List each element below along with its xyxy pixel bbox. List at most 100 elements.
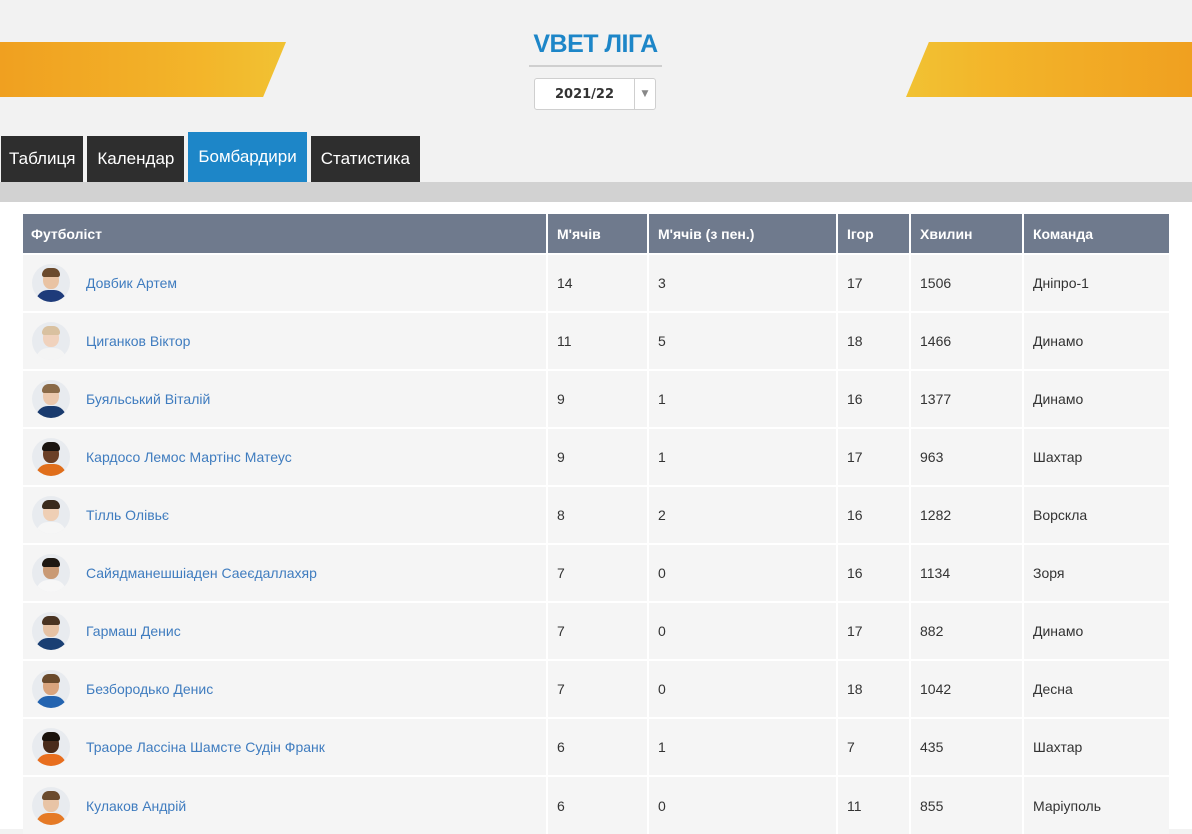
minutes-cell: 1282 [910, 485, 1024, 544]
scorers-panel: Футболіст М'ячів М'ячів (з пен.) Ігор Хв… [0, 202, 1192, 834]
column-header-team[interactable]: Команда [1023, 214, 1169, 254]
goals-cell: 9 [547, 369, 649, 428]
goals-cell: 11 [547, 311, 649, 370]
player-cell: Кулаков Андрій [23, 775, 548, 834]
player-name-link[interactable]: Циганков Віктор [86, 333, 190, 349]
tab-statistics[interactable]: Статистика [310, 136, 420, 182]
minutes-cell: 1134 [910, 543, 1024, 602]
goals-pen-cell: 0 [648, 775, 838, 834]
team-cell: Динамо [1023, 601, 1169, 660]
goals-cell: 7 [547, 543, 649, 602]
player-avatar[interactable] [32, 496, 70, 534]
minutes-cell: 435 [910, 717, 1024, 776]
tab-calendar[interactable]: Календар [87, 136, 185, 182]
team-cell: Шахтар [1023, 427, 1169, 486]
player-name-link[interactable]: Довбик Артем [86, 275, 177, 291]
table-header-row: Футболіст М'ячів М'ячів (з пен.) Ігор Хв… [23, 214, 1169, 254]
tab-scorers[interactable]: Бомбардири [188, 132, 307, 182]
column-header-games[interactable]: Ігор [837, 214, 911, 254]
table-row: Буяльський Віталій 9 1 16 1377 Динамо [23, 369, 1169, 428]
tab-table[interactable]: Таблиця [1, 136, 84, 182]
team-cell: Дніпро-1 [1023, 253, 1169, 312]
player-avatar[interactable] [32, 612, 70, 650]
team-cell: Ворскла [1023, 485, 1169, 544]
team-cell: Динамо [1023, 369, 1169, 428]
goals-pen-cell: 5 [648, 311, 838, 370]
player-name-link[interactable]: Кулаков Андрій [86, 798, 186, 814]
season-select[interactable]: 2021/22 ▼ [534, 78, 656, 110]
player-cell: Траоре Лассіна Шамсте Судін Франк [23, 717, 548, 776]
table-row: Траоре Лассіна Шамсте Судін Франк 6 1 7 435 Ш… [23, 717, 1169, 776]
column-header-goals-pen[interactable]: М'ячів (з пен.) [648, 214, 838, 254]
tab-bar: Таблиця Календар Бомбардири Статистика [0, 132, 424, 182]
player-name-link[interactable]: Траоре Лассіна Шамсте Судін Франк [86, 739, 325, 755]
goals-cell: 9 [547, 427, 649, 486]
player-cell: Буяльський Віталій [23, 369, 548, 428]
table-row: Гармаш Денис 7 0 17 882 Динамо [23, 601, 1169, 660]
table-row: Кулаков Андрій 6 0 11 855 Маріуполь [23, 775, 1169, 834]
tab-underline [0, 182, 1192, 202]
column-header-player[interactable]: Футболіст [23, 214, 548, 254]
player-cell: Безбородько Денис [23, 659, 548, 718]
league-title: VBET ЛІГА [529, 30, 662, 67]
games-cell: 11 [837, 775, 911, 834]
player-name-link[interactable]: Буяльський Віталій [86, 391, 210, 407]
player-avatar[interactable] [32, 786, 70, 825]
chevron-down-icon[interactable]: ▼ [634, 79, 655, 109]
goals-pen-cell: 0 [648, 543, 838, 602]
minutes-cell: 882 [910, 601, 1024, 660]
player-cell: Кардосо Лемос Мартінс Матеус [23, 427, 548, 486]
player-avatar[interactable] [32, 670, 70, 708]
scorers-table: Футболіст М'ячів М'ячів (з пен.) Ігор Хв… [23, 214, 1169, 834]
games-cell: 18 [837, 659, 911, 718]
header-band-left [0, 42, 286, 97]
goals-pen-cell: 2 [648, 485, 838, 544]
games-cell: 16 [837, 369, 911, 428]
player-avatar[interactable] [32, 322, 70, 360]
player-avatar[interactable] [32, 438, 70, 476]
minutes-cell: 1506 [910, 253, 1024, 312]
player-avatar[interactable] [32, 264, 70, 302]
goals-cell: 8 [547, 485, 649, 544]
minutes-cell: 1377 [910, 369, 1024, 428]
player-avatar[interactable] [32, 554, 70, 592]
games-cell: 17 [837, 601, 911, 660]
goals-pen-cell: 0 [648, 659, 838, 718]
games-cell: 17 [837, 427, 911, 486]
header-band-right [906, 42, 1192, 97]
games-cell: 16 [837, 543, 911, 602]
player-name-link[interactable]: Безбородько Денис [86, 681, 213, 697]
goals-cell: 6 [547, 775, 649, 834]
player-avatar[interactable] [32, 380, 70, 418]
games-cell: 7 [837, 717, 911, 776]
player-name-link[interactable]: Гармаш Денис [86, 623, 181, 639]
goals-pen-cell: 3 [648, 253, 838, 312]
player-name-link[interactable]: Кардосо Лемос Мартінс Матеус [86, 449, 292, 465]
player-name-link[interactable]: Сайядманешшіаден Саеєдаллахяр [86, 565, 317, 581]
minutes-cell: 1466 [910, 311, 1024, 370]
table-row: Довбик Артем 14 3 17 1506 Дніпро-1 [23, 253, 1169, 312]
player-avatar[interactable] [32, 728, 70, 766]
minutes-cell: 855 [910, 775, 1024, 834]
goals-cell: 14 [547, 253, 649, 312]
games-cell: 16 [837, 485, 911, 544]
column-header-goals[interactable]: М'ячів [547, 214, 649, 254]
player-cell: Гармаш Денис [23, 601, 548, 660]
player-cell: Циганков Віктор [23, 311, 548, 370]
goals-cell: 7 [547, 659, 649, 718]
goals-cell: 7 [547, 601, 649, 660]
minutes-cell: 963 [910, 427, 1024, 486]
column-header-minutes[interactable]: Хвилин [910, 214, 1024, 254]
team-cell: Шахтар [1023, 717, 1169, 776]
team-cell: Десна [1023, 659, 1169, 718]
games-cell: 18 [837, 311, 911, 370]
player-cell: Довбик Артем [23, 253, 548, 312]
player-cell: Тілль Олівьє [23, 485, 548, 544]
table-row: Тілль Олівьє 8 2 16 1282 Ворскла [23, 485, 1169, 544]
player-name-link[interactable]: Тілль Олівьє [86, 507, 169, 523]
table-row: Кардосо Лемос Мартінс Матеус 9 1 17 963 Шахта… [23, 427, 1169, 486]
season-value: 2021/22 [554, 86, 615, 102]
table-row: Безбородько Денис 7 0 18 1042 Десна [23, 659, 1169, 718]
goals-pen-cell: 1 [648, 369, 838, 428]
table-row: Циганков Віктор 11 5 18 1466 Динамо [23, 311, 1169, 370]
